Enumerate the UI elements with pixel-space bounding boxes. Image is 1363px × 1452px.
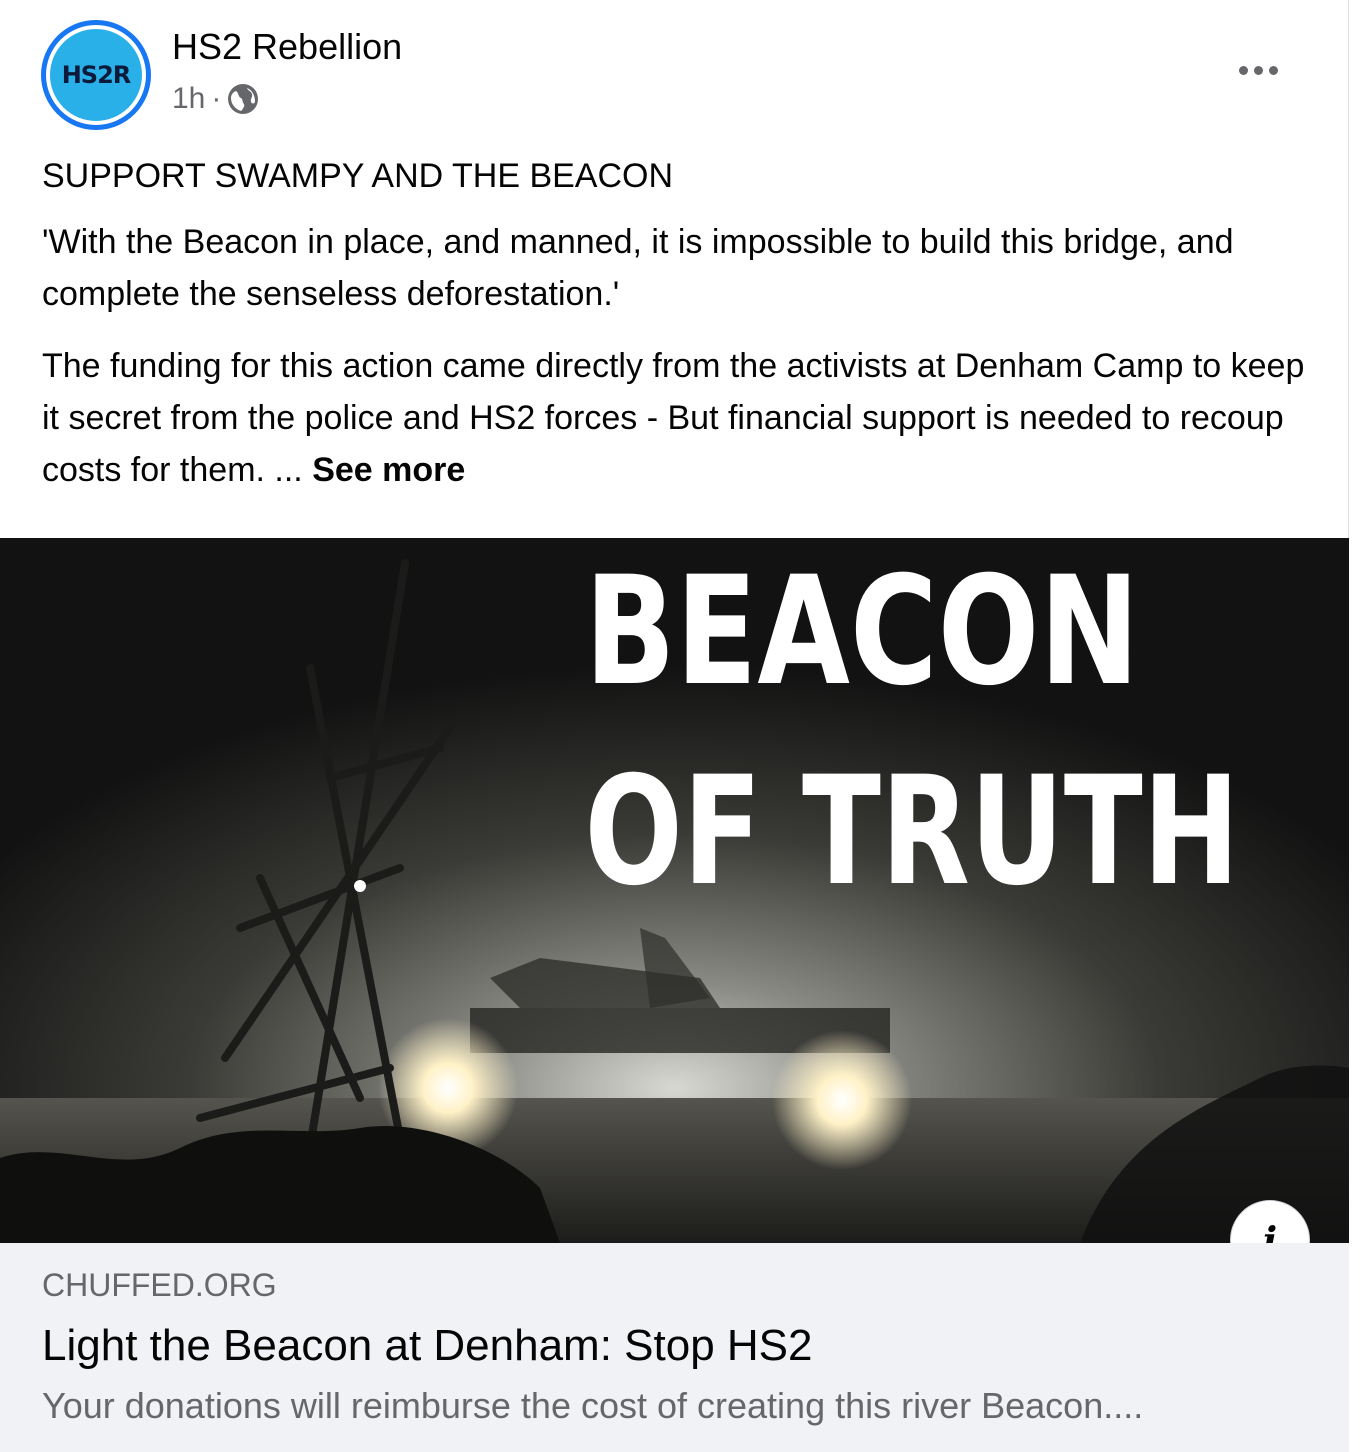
meta-separator: · (211, 82, 222, 115)
author-name[interactable]: HS2 Rebellion (172, 26, 402, 68)
link-domain: CHUFFED.ORG (42, 1267, 277, 1303)
globe-icon (228, 84, 259, 114)
post-paragraph-2: 'With the Beacon in place, and manned, i… (42, 223, 1234, 313)
post-timestamp[interactable]: 1h (172, 82, 205, 116)
post-paragraph-3: The funding for this action came directl… (42, 340, 1312, 496)
link-description: Your donations will reimburse the cost o… (42, 1385, 1144, 1426)
image-headline-line1: BEACON (585, 545, 1140, 719)
more-options-icon[interactable] (1230, 52, 1286, 88)
post-paragraph-3-text: The funding for this action came directl… (42, 347, 1305, 489)
avatar[interactable]: HS2R (41, 20, 151, 130)
link-preview-image[interactable]: BEACON OF TRUTH (0, 538, 1349, 1243)
post-header: HS2R HS2 Rebellion 1h · (0, 0, 1348, 140)
post-card: HS2R HS2 Rebellion 1h · SUPPORT SWAMPY A… (0, 0, 1349, 1452)
see-more-link[interactable]: See more (312, 451, 465, 489)
avatar-image: HS2R (46, 25, 146, 125)
post-text: SUPPORT SWAMPY AND THE BEACON 'With the … (42, 150, 1312, 516)
link-title[interactable]: Light the Beacon at Denham: Stop HS2 (42, 1321, 813, 1371)
image-headline-line2: OF TRUTH (585, 745, 1240, 919)
link-preview[interactable]: CHUFFED.ORG Light the Beacon at Denham: … (0, 1243, 1349, 1452)
avatar-logo-text: HS2R (61, 61, 132, 89)
post-meta: 1h · (172, 82, 259, 116)
beacon-photo: BEACON OF TRUTH (0, 538, 1349, 1243)
post-paragraph-1: SUPPORT SWAMPY AND THE BEACON (42, 157, 674, 195)
